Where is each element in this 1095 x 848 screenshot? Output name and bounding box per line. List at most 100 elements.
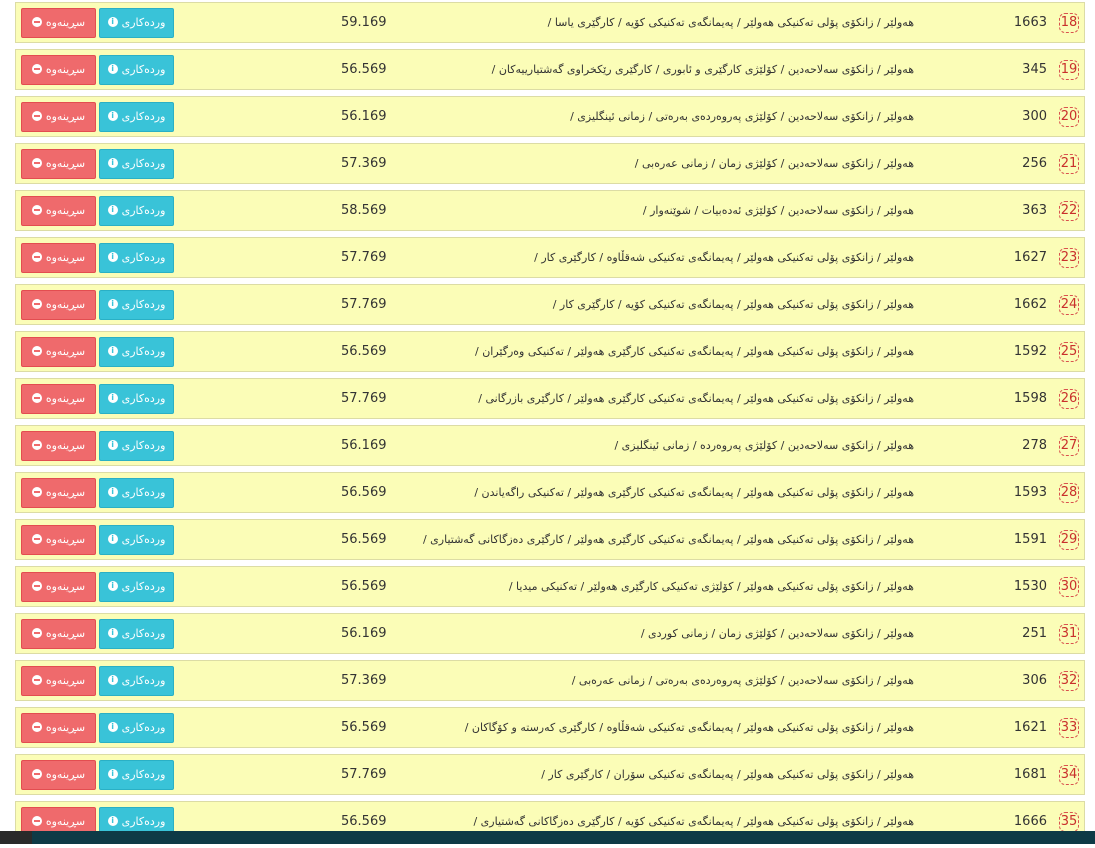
info-circle-icon	[107, 816, 118, 826]
details-button[interactable]: وردەکاری	[99, 8, 174, 38]
details-button-label: وردەکاری	[121, 674, 166, 687]
row-rank-badge: 34	[1059, 765, 1079, 785]
details-button[interactable]: وردەکاری	[99, 760, 174, 790]
result-row: سڕینەوە وردەکاری 57.769 هەولێر / زانکۆی …	[15, 754, 1085, 795]
delete-button[interactable]: سڕینەوە	[21, 8, 96, 38]
details-button[interactable]: وردەکاری	[99, 102, 174, 132]
row-department-path: هەولێر / زانکۆی پۆلی تەکنیکی هەولێر / پە…	[541, 768, 914, 781]
row-department-path: هەولێر / زانکۆی سەلاحەدین / کۆلێژی پەروە…	[614, 439, 914, 452]
delete-button[interactable]: سڕینەوە	[21, 478, 96, 508]
delete-button-label: سڕینەوە	[45, 110, 86, 123]
delete-button[interactable]: سڕینەوە	[21, 196, 96, 226]
delete-button[interactable]: سڕینەوە	[21, 713, 96, 743]
scrollbar-thumb[interactable]	[0, 831, 32, 844]
row-rank-badge: 26	[1059, 389, 1079, 409]
row-department-code: 1662	[1013, 297, 1047, 312]
delete-button[interactable]: سڕینەوە	[21, 666, 96, 696]
info-circle-icon	[107, 722, 118, 732]
delete-button[interactable]: سڕینەوە	[21, 525, 96, 555]
row-department-code: 1598	[1013, 391, 1047, 406]
minus-circle-icon	[31, 769, 42, 779]
details-button-label: وردەکاری	[121, 345, 166, 358]
delete-button[interactable]: سڕینەوە	[21, 619, 96, 649]
details-button[interactable]: وردەکاری	[99, 337, 174, 367]
row-department-code: 363	[1022, 203, 1047, 218]
info-circle-icon	[107, 252, 118, 262]
result-row: سڕینەوە وردەکاری 56.569 هەولێر / زانکۆی …	[15, 49, 1085, 90]
info-circle-icon	[107, 299, 118, 309]
details-button-label: وردەکاری	[121, 580, 166, 593]
delete-button[interactable]: سڕینەوە	[21, 431, 96, 461]
delete-button-label: سڕینەوە	[45, 580, 86, 593]
details-button-label: وردەکاری	[121, 251, 166, 264]
delete-button[interactable]: سڕینەوە	[21, 102, 96, 132]
delete-button[interactable]: سڕینەوە	[21, 572, 96, 602]
details-button-label: وردەکاری	[121, 768, 166, 781]
delete-button-label: سڕینەوە	[45, 486, 86, 499]
delete-button[interactable]: سڕینەوە	[21, 337, 96, 367]
delete-button[interactable]: سڕینەوە	[21, 243, 96, 273]
row-department-code: 1530	[1013, 579, 1047, 594]
delete-button[interactable]: سڕینەوە	[21, 384, 96, 414]
details-button-label: وردەکاری	[121, 298, 166, 311]
horizontal-scrollbar[interactable]	[0, 831, 1095, 844]
details-button[interactable]: وردەکاری	[99, 290, 174, 320]
details-button[interactable]: وردەکاری	[99, 243, 174, 273]
row-score: 59.169	[341, 15, 387, 30]
minus-circle-icon	[31, 534, 42, 544]
details-button-label: وردەکاری	[121, 721, 166, 734]
info-circle-icon	[107, 440, 118, 450]
row-department-path: هەولێر / زانکۆی پۆلی تەکنیکی هەولێر / پە…	[422, 533, 914, 546]
result-row: سڕینەوە وردەکاری 56.569 هەولێر / زانکۆی …	[15, 472, 1085, 513]
minus-circle-icon	[31, 393, 42, 403]
details-button[interactable]: وردەکاری	[99, 666, 174, 696]
row-rank-badge: 29	[1059, 530, 1079, 550]
details-button[interactable]: وردەکاری	[99, 431, 174, 461]
row-score: 56.569	[341, 485, 387, 500]
result-row: سڕینەوە وردەکاری 56.569 هەولێر / زانکۆی …	[15, 566, 1085, 607]
row-department-code: 1666	[1013, 814, 1047, 829]
row-department-code: 278	[1022, 438, 1047, 453]
details-button-label: وردەکاری	[121, 16, 166, 29]
row-rank-badge: 24	[1059, 295, 1079, 315]
row-department-path: هەولێر / زانکۆی پۆلی تەکنیکی هەولێر / پە…	[547, 16, 914, 29]
details-button[interactable]: وردەکاری	[99, 572, 174, 602]
info-circle-icon	[107, 64, 118, 74]
delete-button-label: سڕینەوە	[45, 439, 86, 452]
row-rank-badge: 18	[1059, 13, 1079, 33]
details-button[interactable]: وردەکاری	[99, 55, 174, 85]
details-button-label: وردەکاری	[121, 486, 166, 499]
row-department-code: 300	[1022, 109, 1047, 124]
details-button-label: وردەکاری	[121, 627, 166, 640]
details-button[interactable]: وردەکاری	[99, 713, 174, 743]
delete-button[interactable]: سڕینەوە	[21, 55, 96, 85]
delete-button-label: سڕینەوە	[45, 533, 86, 546]
row-rank-badge: 23	[1059, 248, 1079, 268]
delete-button[interactable]: سڕینەوە	[21, 760, 96, 790]
delete-button[interactable]: سڕینەوە	[21, 290, 96, 320]
details-button[interactable]: وردەکاری	[99, 478, 174, 508]
delete-button-label: سڕینەوە	[45, 721, 86, 734]
delete-button-label: سڕینەوە	[45, 674, 86, 687]
info-circle-icon	[107, 487, 118, 497]
info-circle-icon	[107, 534, 118, 544]
delete-button[interactable]: سڕینەوە	[21, 149, 96, 179]
details-button[interactable]: وردەکاری	[99, 619, 174, 649]
minus-circle-icon	[31, 111, 42, 121]
row-department-code: 1621	[1013, 720, 1047, 735]
row-score: 57.769	[341, 391, 387, 406]
row-department-code: 1591	[1013, 532, 1047, 547]
details-button-label: وردەکاری	[121, 533, 166, 546]
details-button[interactable]: وردەکاری	[99, 525, 174, 555]
details-button[interactable]: وردەکاری	[99, 149, 174, 179]
delete-button-label: سڕینەوە	[45, 815, 86, 828]
details-button[interactable]: وردەکاری	[99, 196, 174, 226]
row-department-code: 251	[1022, 626, 1047, 641]
row-rank-badge: 35	[1059, 812, 1079, 832]
row-score: 56.169	[341, 438, 387, 453]
delete-button-label: سڕینەوە	[45, 768, 86, 781]
result-row: سڕینەوە وردەکاری 56.569 هەولێر / زانکۆی …	[15, 519, 1085, 560]
row-score: 56.169	[341, 109, 387, 124]
details-button[interactable]: وردەکاری	[99, 384, 174, 414]
info-circle-icon	[107, 581, 118, 591]
